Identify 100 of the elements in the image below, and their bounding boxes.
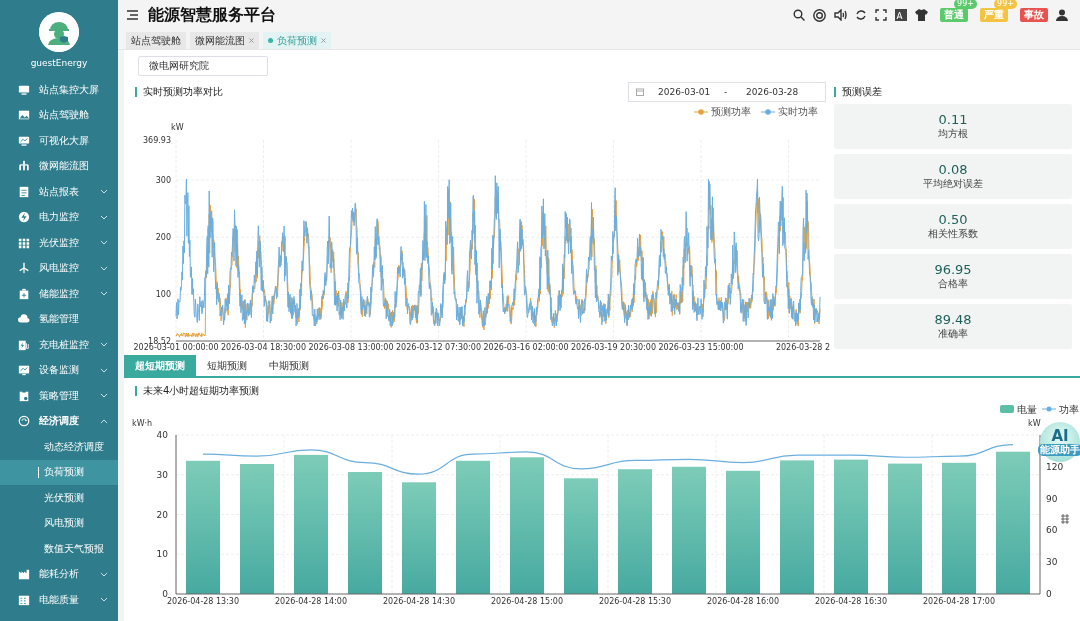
submenu-item[interactable]: 动态经济调度 (0, 434, 118, 460)
menu-item[interactable]: 站点驾驶舱 (0, 102, 118, 128)
menu-item[interactable]: 站点集控大屏 (0, 77, 118, 103)
metric-label: 准确率 (938, 327, 968, 341)
ai-assistant-button[interactable]: AI 能源助手 (1040, 422, 1080, 462)
menu-item[interactable]: 设备监测 (0, 357, 118, 383)
menu-item[interactable]: 经济调度 (0, 408, 118, 434)
page-tab[interactable]: 负荷预测 (263, 32, 331, 49)
section-title: 实时预测功率对比 (135, 87, 223, 97)
axis-label: 0 (1046, 589, 1052, 599)
charger-icon (18, 338, 30, 351)
axis-label: 100 (155, 290, 171, 300)
date-range-picker[interactable]: 2026-03-01 - 2026-03-28 (628, 82, 826, 102)
forecast-tab[interactable]: 短期预测 (196, 355, 258, 376)
axis-label: 2026-03-04 18:30:00 (221, 343, 306, 352)
menu-item[interactable]: 电力监控 (0, 204, 118, 230)
submenu-item[interactable]: 数值天气预报 (0, 536, 118, 562)
alarm-badge[interactable]: 事故 (1020, 8, 1048, 22)
fullscreen-icon[interactable] (875, 9, 887, 21)
font-size-icon[interactable] (895, 9, 907, 21)
user-avatar (39, 12, 79, 52)
metric-value: 96.95 (934, 262, 972, 277)
forecast-tab[interactable]: 超短期预测 (124, 355, 196, 376)
menu-icon[interactable] (127, 10, 138, 20)
submenu-item[interactable]: 风电预测 (0, 510, 118, 536)
report-icon (18, 185, 30, 198)
axis-label: 90 (1046, 493, 1058, 504)
menu-item[interactable]: 光伏监控 (0, 230, 118, 256)
factory-icon (18, 568, 30, 581)
menu-item[interactable]: 微网能流图 (0, 153, 118, 179)
metric-value: 0.08 (938, 162, 968, 177)
metric-value: 0.11 (938, 112, 968, 127)
image-icon (18, 109, 30, 122)
screen-icon (18, 364, 30, 377)
user-name: guestEnergy (29, 58, 89, 68)
forecast-tab[interactable]: 中期预测 (258, 355, 320, 376)
metric-label: 均方根 (938, 127, 968, 141)
menu-item[interactable]: 能耗分析 (0, 561, 118, 587)
section-title: 预测误差 (834, 87, 882, 97)
count-badge: 99+ (954, 0, 977, 9)
axis-label: 30 (1046, 557, 1058, 568)
battery-icon (18, 287, 30, 300)
metric-value: 89.48 (934, 312, 972, 327)
axis-label: 369.93 (143, 136, 171, 145)
axis-unit: kW·h (132, 419, 153, 428)
count-badge: 99+ (994, 0, 1017, 9)
lifebuoy-icon[interactable] (813, 8, 826, 22)
lightning-icon (18, 211, 30, 224)
legend-label: 实时功率 (778, 105, 818, 119)
submenu-item[interactable]: 光伏预测 (0, 485, 118, 511)
axis-label: 2026-04-28 14:30 (382, 597, 456, 606)
shirt-icon[interactable] (915, 9, 928, 21)
section-title: 未来4小时超短期功率预测 (135, 386, 260, 396)
axis-label: 2026-04-28 17:00 (922, 597, 996, 606)
page-tab[interactable]: 站点驾驶舱 (126, 32, 186, 49)
legend-label: 电量 (1017, 404, 1037, 415)
page-tab[interactable]: 微网能流图 (190, 32, 259, 49)
axis-unit: kW (1028, 419, 1041, 428)
legend-label: 预测功率 (711, 105, 751, 119)
menu-item[interactable]: 氢能管理 (0, 306, 118, 332)
axis-label: 2026-03-08 13:00:00 (308, 343, 394, 352)
menu-item[interactable]: 站点报表 (0, 179, 118, 205)
monitor-icon (18, 134, 30, 147)
menu-item[interactable]: 可视化大屏 (0, 128, 118, 154)
axis-label: 2026-04-28 15:00 (490, 597, 564, 606)
cycle-icon (18, 415, 30, 428)
axis-label: 2026-03-16 02:00:00 (483, 343, 569, 352)
metric-value: 0.50 (938, 212, 968, 227)
metric-label: 相关性系数 (928, 227, 978, 241)
metric-label: 平均绝对误差 (923, 177, 983, 191)
axis-label: 300 (155, 176, 171, 185)
station-select[interactable]: 微电网研究院 (138, 56, 268, 76)
axis-label: 10 (156, 549, 168, 560)
toolbox-icon[interactable] (1060, 513, 1070, 525)
axis-label: 120 (1046, 461, 1064, 472)
refresh-icon[interactable] (855, 9, 867, 21)
fan-icon (18, 262, 30, 275)
axis-label: 60 (1046, 525, 1058, 536)
menu-item[interactable]: 风电监控 (0, 255, 118, 281)
submenu-item[interactable]: 负荷预测 (0, 459, 118, 485)
speaker-icon[interactable] (834, 9, 847, 21)
menu-item[interactable]: 电能质量 (0, 587, 118, 613)
axis-label: 2026-03-23 15:00:00 (658, 343, 744, 352)
metric-label: 合格率 (938, 277, 968, 291)
axis-label: 2026-03-28 2 (775, 343, 830, 352)
axis-label: 2026-04-28 16:00 (706, 597, 780, 606)
app-title: 能源智慧服务平台 (148, 4, 276, 26)
menu-item[interactable]: 策略管理 (0, 383, 118, 409)
grid-icon (18, 236, 30, 249)
building-icon (18, 593, 30, 606)
axis-label: 2026-03-19 20:30:00 (571, 343, 656, 352)
axis-label: 0 (162, 589, 168, 599)
menu-item[interactable]: 储能监控 (0, 281, 118, 307)
hierarchy-icon (18, 160, 30, 173)
axis-label: 2026-03-01 00:00:00 (133, 343, 219, 352)
axis-unit: kW (171, 123, 184, 132)
search-icon[interactable] (793, 9, 805, 21)
user-icon[interactable] (1056, 9, 1068, 21)
menu-item[interactable]: 充电桩监控 (0, 332, 118, 358)
monitor-icon (18, 83, 30, 96)
